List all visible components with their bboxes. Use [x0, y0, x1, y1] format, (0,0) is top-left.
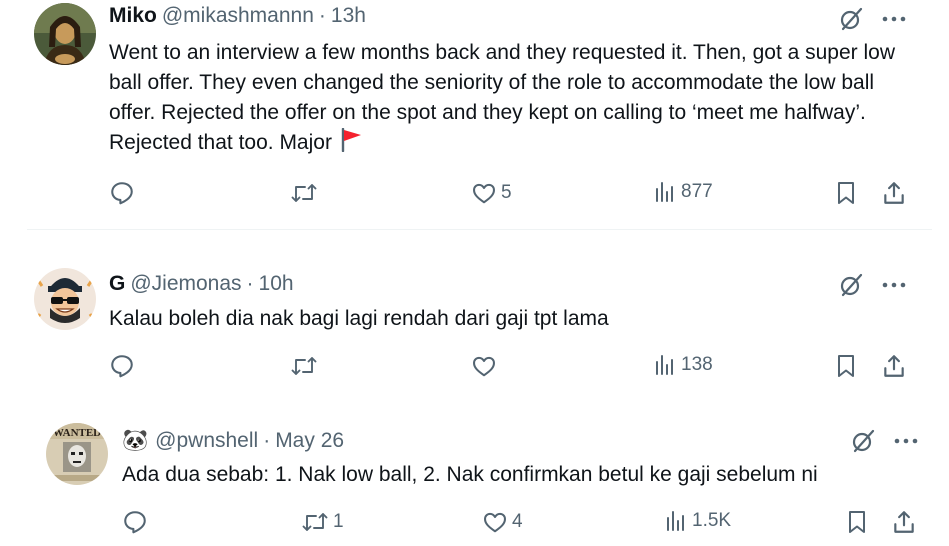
separator-dot: ·: [318, 4, 326, 27]
reply-button[interactable]: [109, 353, 139, 379]
bookmark-button[interactable]: [845, 509, 869, 535]
views-icon: [667, 511, 684, 531]
tweet-top-actions: [838, 6, 906, 32]
user-handle[interactable]: @pwnshell: [155, 429, 258, 453]
timestamp[interactable]: 13h: [331, 4, 366, 28]
tweet-1[interactable]: Miko @mikashmannn · 13h Went to an inter…: [0, 0, 949, 228]
user-handle[interactable]: @mikashmannn: [162, 4, 314, 28]
like-icon: [473, 356, 495, 377]
tweet-top-actions: [850, 428, 918, 454]
like-count: 5: [501, 182, 512, 203]
tweet-header: Miko @mikashmannn · 13h: [109, 4, 366, 28]
avatar-wanted-text: WANTED: [53, 427, 101, 439]
tweet-text-content: Went to an interview a few months back a…: [109, 41, 896, 154]
views-icon: [656, 182, 673, 202]
share-button[interactable]: [881, 180, 907, 206]
views-button[interactable]: 1.5K: [664, 509, 731, 533]
tweet-text-content: Ada dua sebab: 1. Nak low ball, 2. Nak c…: [122, 463, 818, 486]
display-name[interactable]: G: [109, 272, 125, 296]
share-button[interactable]: [891, 509, 917, 535]
tweet-text: Ada dua sebab: 1. Nak low ball, 2. Nak c…: [122, 460, 922, 490]
more-icon[interactable]: [894, 437, 918, 445]
bookmark-icon: [849, 511, 865, 533]
tweet-text-content: Kalau boleh dia nak bagi lagi rendah dar…: [109, 307, 609, 330]
reply-button[interactable]: [109, 180, 139, 206]
grok-icon[interactable]: [838, 6, 864, 32]
views-button[interactable]: 877: [653, 180, 713, 204]
display-name[interactable]: Miko: [109, 4, 157, 28]
reply-button[interactable]: [122, 509, 152, 535]
view-count: 138: [681, 354, 713, 375]
reply-icon: [124, 511, 146, 534]
tweet-header: G @Jiemonas · 10h: [109, 272, 294, 296]
reply-icon: [111, 182, 133, 205]
views-icon: [656, 355, 673, 375]
like-count: 4: [512, 511, 523, 532]
display-name[interactable]: 🐼: [122, 429, 148, 453]
grok-icon[interactable]: [838, 272, 864, 298]
repost-button[interactable]: 1: [301, 509, 344, 535]
user-handle[interactable]: @Jiemonas: [130, 272, 241, 296]
more-icon[interactable]: [882, 15, 906, 23]
view-count: 1.5K: [692, 510, 732, 531]
share-icon: [884, 355, 904, 377]
grok-icon[interactable]: [850, 428, 876, 454]
like-icon: [473, 183, 495, 204]
tweet-actions: 5 877: [0, 180, 949, 210]
share-button[interactable]: [881, 353, 907, 379]
timestamp[interactable]: 10h: [259, 272, 294, 296]
more-icon[interactable]: [882, 281, 906, 289]
avatar[interactable]: [34, 268, 96, 330]
repost-button[interactable]: [290, 180, 322, 206]
tweet-top-actions: [838, 272, 906, 298]
avatar[interactable]: WANTED: [46, 423, 108, 485]
red-flag-icon: [340, 127, 362, 161]
timestamp[interactable]: May 26: [275, 429, 344, 453]
like-button[interactable]: 4: [482, 509, 523, 535]
tweet-text: Went to an interview a few months back a…: [109, 38, 909, 161]
repost-icon: [291, 184, 317, 202]
bookmark-icon: [838, 182, 854, 204]
separator-dot: ·: [246, 272, 254, 295]
tweet-text: Kalau boleh dia nak bagi lagi rendah dar…: [109, 304, 909, 334]
avatar[interactable]: [34, 3, 96, 65]
tweet-actions: 1 4 1.5K: [0, 509, 949, 539]
tweet-3[interactable]: WANTED 🐼 @pwnshell · May 26 Ada dua seba…: [0, 400, 949, 546]
repost-icon: [291, 357, 317, 375]
share-icon: [894, 511, 914, 533]
repost-button[interactable]: [290, 353, 322, 379]
like-icon: [484, 512, 506, 533]
views-button[interactable]: 138: [653, 353, 713, 377]
view-count: 877: [681, 181, 713, 202]
repost-count: 1: [333, 511, 344, 532]
repost-icon: [302, 513, 328, 531]
tweet-header: 🐼 @pwnshell · May 26: [122, 429, 344, 453]
tweet-actions: 138: [0, 353, 949, 383]
share-icon: [884, 182, 904, 204]
bookmark-button[interactable]: [834, 180, 858, 206]
tweet-2[interactable]: G @Jiemonas · 10h Kalau boleh dia nak ba…: [0, 230, 949, 400]
reply-icon: [111, 355, 133, 378]
like-button[interactable]: [471, 353, 501, 379]
bookmark-button[interactable]: [834, 353, 858, 379]
bookmark-icon: [838, 355, 854, 377]
separator-dot: ·: [263, 429, 271, 452]
like-button[interactable]: 5: [471, 180, 512, 206]
